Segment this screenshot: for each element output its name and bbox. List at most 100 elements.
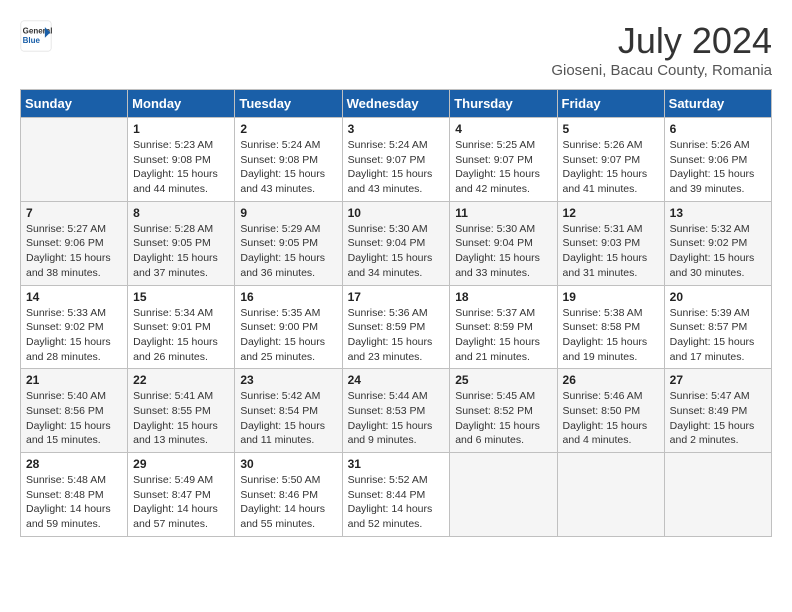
- day-info: Sunrise: 5:48 AM Sunset: 8:48 PM Dayligh…: [26, 473, 122, 532]
- day-number: 31: [348, 457, 445, 471]
- day-number: 27: [670, 373, 766, 387]
- day-number: 21: [26, 373, 122, 387]
- calendar-cell: 23 Sunrise: 5:42 AM Sunset: 8:54 PM Dayli…: [235, 369, 342, 453]
- col-saturday: Saturday: [664, 90, 771, 118]
- day-number: 10: [348, 206, 445, 220]
- logo: General Blue: [20, 20, 52, 52]
- day-number: 17: [348, 290, 445, 304]
- calendar-cell: 13 Sunrise: 5:32 AM Sunset: 9:02 PM Dayli…: [664, 201, 771, 285]
- day-number: 24: [348, 373, 445, 387]
- day-info: Sunrise: 5:49 AM Sunset: 8:47 PM Dayligh…: [133, 473, 229, 532]
- calendar-week-row-2: 7 Sunrise: 5:27 AM Sunset: 9:06 PM Daylig…: [21, 201, 772, 285]
- day-number: 2: [240, 122, 336, 136]
- location-subtitle: Gioseni, Bacau County, Romania: [551, 62, 772, 79]
- calendar-cell: 16 Sunrise: 5:35 AM Sunset: 9:00 PM Dayli…: [235, 285, 342, 369]
- calendar-cell: 15 Sunrise: 5:34 AM Sunset: 9:01 PM Dayli…: [128, 285, 235, 369]
- day-info: Sunrise: 5:52 AM Sunset: 8:44 PM Dayligh…: [348, 473, 445, 532]
- day-info: Sunrise: 5:30 AM Sunset: 9:04 PM Dayligh…: [455, 222, 551, 281]
- day-info: Sunrise: 5:46 AM Sunset: 8:50 PM Dayligh…: [563, 389, 659, 448]
- calendar-cell: 28Sunrise: 5:48 AM Sunset: 8:48 PM Dayli…: [21, 453, 128, 537]
- day-info: Sunrise: 5:26 AM Sunset: 9:07 PM Dayligh…: [563, 138, 659, 197]
- day-number: 13: [670, 206, 766, 220]
- day-number: 12: [563, 206, 659, 220]
- day-number: 16: [240, 290, 336, 304]
- day-number: 20: [670, 290, 766, 304]
- day-number: 22: [133, 373, 229, 387]
- title-block: July 2024 Gioseni, Bacau County, Romania: [551, 20, 772, 79]
- calendar-cell: 12Sunrise: 5:31 AM Sunset: 9:03 PM Dayli…: [557, 201, 664, 285]
- day-info: Sunrise: 5:39 AM Sunset: 8:57 PM Dayligh…: [670, 306, 766, 365]
- day-info: Sunrise: 5:41 AM Sunset: 8:55 PM Dayligh…: [133, 389, 229, 448]
- calendar-cell: 18Sunrise: 5:37 AM Sunset: 8:59 PM Dayli…: [450, 285, 557, 369]
- calendar-cell: 4 Sunrise: 5:25 AM Sunset: 9:07 PM Daylig…: [450, 118, 557, 202]
- day-info: Sunrise: 5:34 AM Sunset: 9:01 PM Dayligh…: [133, 306, 229, 365]
- calendar-cell: 9 Sunrise: 5:29 AM Sunset: 9:05 PM Daylig…: [235, 201, 342, 285]
- day-info: Sunrise: 5:50 AM Sunset: 8:46 PM Dayligh…: [240, 473, 336, 532]
- day-info: Sunrise: 5:42 AM Sunset: 8:54 PM Dayligh…: [240, 389, 336, 448]
- day-info: Sunrise: 5:29 AM Sunset: 9:05 PM Dayligh…: [240, 222, 336, 281]
- calendar-cell: 21 Sunrise: 5:40 AM Sunset: 8:56 PM Dayli…: [21, 369, 128, 453]
- day-number: 29: [133, 457, 229, 471]
- day-info: Sunrise: 5:25 AM Sunset: 9:07 PM Dayligh…: [455, 138, 551, 197]
- calendar-cell: 22 Sunrise: 5:41 AM Sunset: 8:55 PM Dayli…: [128, 369, 235, 453]
- day-number: 14: [26, 290, 122, 304]
- calendar-cell: [557, 453, 664, 537]
- day-number: 8: [133, 206, 229, 220]
- day-number: 1: [133, 122, 229, 136]
- day-info: Sunrise: 5:23 AM Sunset: 9:08 PM Dayligh…: [133, 138, 229, 197]
- calendar-cell: 14 Sunrise: 5:33 AM Sunset: 9:02 PM Dayli…: [21, 285, 128, 369]
- day-info: Sunrise: 5:36 AM Sunset: 8:59 PM Dayligh…: [348, 306, 445, 365]
- day-info: Sunrise: 5:27 AM Sunset: 9:06 PM Dayligh…: [26, 222, 122, 281]
- calendar-cell: [450, 453, 557, 537]
- day-info: Sunrise: 5:47 AM Sunset: 8:49 PM Dayligh…: [670, 389, 766, 448]
- svg-text:Blue: Blue: [23, 36, 41, 45]
- calendar-cell: 17 Sunrise: 5:36 AM Sunset: 8:59 PM Dayli…: [342, 285, 450, 369]
- calendar-cell: 26 Sunrise: 5:46 AM Sunset: 8:50 PM Dayli…: [557, 369, 664, 453]
- calendar-table: Sunday Monday Tuesday Wednesday Thursday…: [20, 89, 772, 537]
- calendar-cell: 24 Sunrise: 5:44 AM Sunset: 8:53 PM Dayli…: [342, 369, 450, 453]
- calendar-cell: 2Sunrise: 5:24 AM Sunset: 9:08 PM Daylig…: [235, 118, 342, 202]
- day-info: Sunrise: 5:30 AM Sunset: 9:04 PM Dayligh…: [348, 222, 445, 281]
- day-info: Sunrise: 5:32 AM Sunset: 9:02 PM Dayligh…: [670, 222, 766, 281]
- col-tuesday: Tuesday: [235, 90, 342, 118]
- day-info: Sunrise: 5:45 AM Sunset: 8:52 PM Dayligh…: [455, 389, 551, 448]
- day-number: 7: [26, 206, 122, 220]
- calendar-cell: 19 Sunrise: 5:38 AM Sunset: 8:58 PM Dayli…: [557, 285, 664, 369]
- day-number: 11: [455, 206, 551, 220]
- calendar-week-row-1: 1 Sunrise: 5:23 AM Sunset: 9:08 PM Daylig…: [21, 118, 772, 202]
- day-number: 25: [455, 373, 551, 387]
- day-number: 9: [240, 206, 336, 220]
- logo-icon: General Blue: [20, 20, 52, 52]
- day-info: Sunrise: 5:40 AM Sunset: 8:56 PM Dayligh…: [26, 389, 122, 448]
- calendar-cell: 25 Sunrise: 5:45 AM Sunset: 8:52 PM Dayli…: [450, 369, 557, 453]
- calendar-cell: 31 Sunrise: 5:52 AM Sunset: 8:44 PM Dayli…: [342, 453, 450, 537]
- col-monday: Monday: [128, 90, 235, 118]
- col-wednesday: Wednesday: [342, 90, 450, 118]
- day-info: Sunrise: 5:28 AM Sunset: 9:05 PM Dayligh…: [133, 222, 229, 281]
- day-number: 23: [240, 373, 336, 387]
- calendar-cell: 7 Sunrise: 5:27 AM Sunset: 9:06 PM Daylig…: [21, 201, 128, 285]
- calendar-header-row: Sunday Monday Tuesday Wednesday Thursday…: [21, 90, 772, 118]
- day-info: Sunrise: 5:26 AM Sunset: 9:06 PM Dayligh…: [670, 138, 766, 197]
- day-number: 3: [348, 122, 445, 136]
- day-number: 15: [133, 290, 229, 304]
- day-number: 4: [455, 122, 551, 136]
- day-number: 18: [455, 290, 551, 304]
- calendar-cell: 11 Sunrise: 5:30 AM Sunset: 9:04 PM Dayli…: [450, 201, 557, 285]
- day-info: Sunrise: 5:35 AM Sunset: 9:00 PM Dayligh…: [240, 306, 336, 365]
- col-friday: Friday: [557, 90, 664, 118]
- day-number: 5: [563, 122, 659, 136]
- calendar-week-row-5: 28Sunrise: 5:48 AM Sunset: 8:48 PM Dayli…: [21, 453, 772, 537]
- calendar-cell: 1 Sunrise: 5:23 AM Sunset: 9:08 PM Daylig…: [128, 118, 235, 202]
- calendar-cell: 20 Sunrise: 5:39 AM Sunset: 8:57 PM Dayli…: [664, 285, 771, 369]
- day-info: Sunrise: 5:33 AM Sunset: 9:02 PM Dayligh…: [26, 306, 122, 365]
- month-year-title: July 2024: [551, 20, 772, 62]
- col-sunday: Sunday: [21, 90, 128, 118]
- calendar-cell: 10 Sunrise: 5:30 AM Sunset: 9:04 PM Dayli…: [342, 201, 450, 285]
- day-info: Sunrise: 5:38 AM Sunset: 8:58 PM Dayligh…: [563, 306, 659, 365]
- day-info: Sunrise: 5:24 AM Sunset: 9:07 PM Dayligh…: [348, 138, 445, 197]
- day-number: 26: [563, 373, 659, 387]
- calendar-cell: 29 Sunrise: 5:49 AM Sunset: 8:47 PM Dayli…: [128, 453, 235, 537]
- day-number: 19: [563, 290, 659, 304]
- day-info: Sunrise: 5:44 AM Sunset: 8:53 PM Dayligh…: [348, 389, 445, 448]
